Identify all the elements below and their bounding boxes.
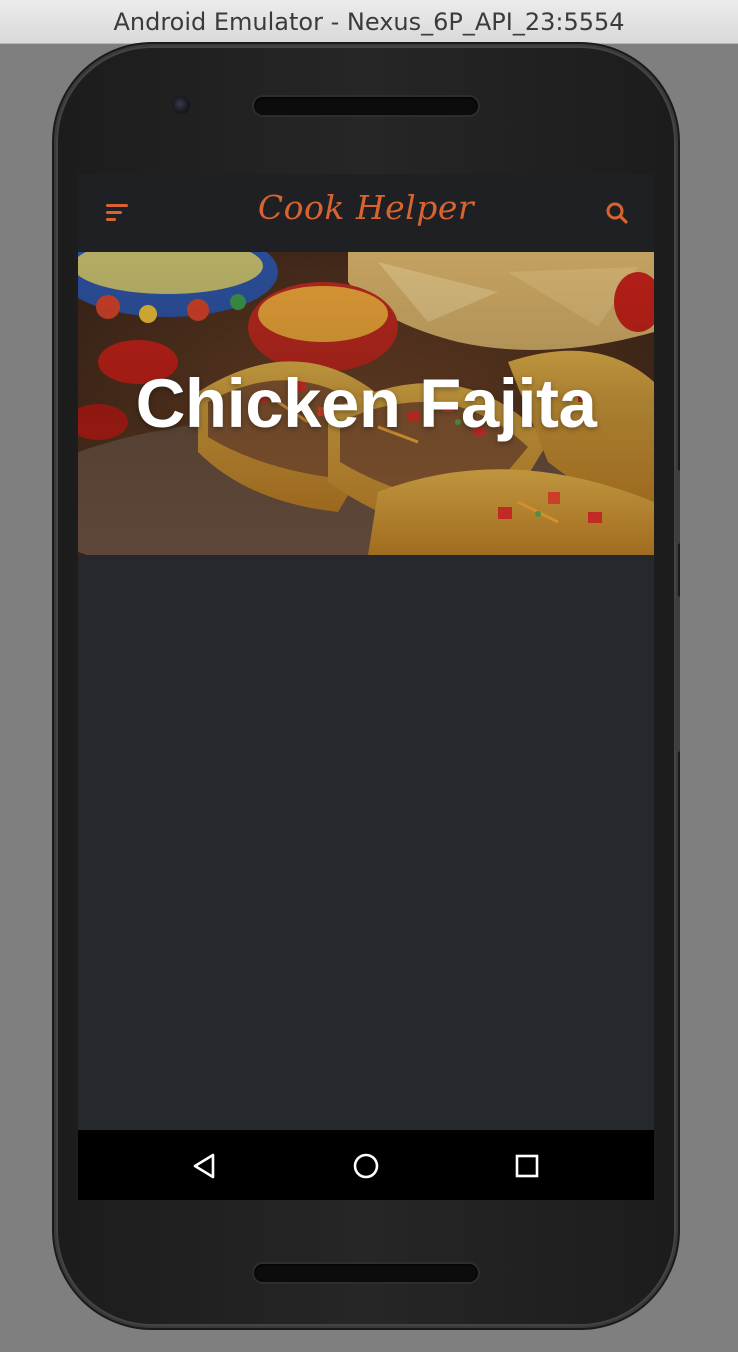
power-button[interactable] <box>675 470 680 544</box>
recents-square-icon[interactable] <box>507 1146 547 1186</box>
back-triangle-icon[interactable] <box>184 1146 224 1186</box>
recipe-content-area <box>78 555 654 1130</box>
android-navigation-bar <box>78 1130 654 1200</box>
app-title: Cook Helper <box>257 188 475 227</box>
phone-screen: Cook Helper Chicken Fajita <box>78 174 654 1200</box>
home-circle-icon[interactable] <box>346 1146 386 1186</box>
recipe-card-chicken-fajita[interactable]: Chicken Fajita <box>78 252 654 555</box>
window-titlebar: Android Emulator - Nexus_6P_API_23:5554 <box>0 0 738 44</box>
recipe-title: Chicken Fajita <box>135 365 597 442</box>
top-speaker <box>254 97 478 115</box>
volume-button[interactable] <box>675 596 680 752</box>
front-camera <box>172 96 190 114</box>
bottom-speaker <box>254 1264 478 1282</box>
window-title: Android Emulator - Nexus_6P_API_23:5554 <box>113 8 625 36</box>
search-icon[interactable] <box>600 196 634 230</box>
app-bar: Cook Helper <box>78 174 654 252</box>
